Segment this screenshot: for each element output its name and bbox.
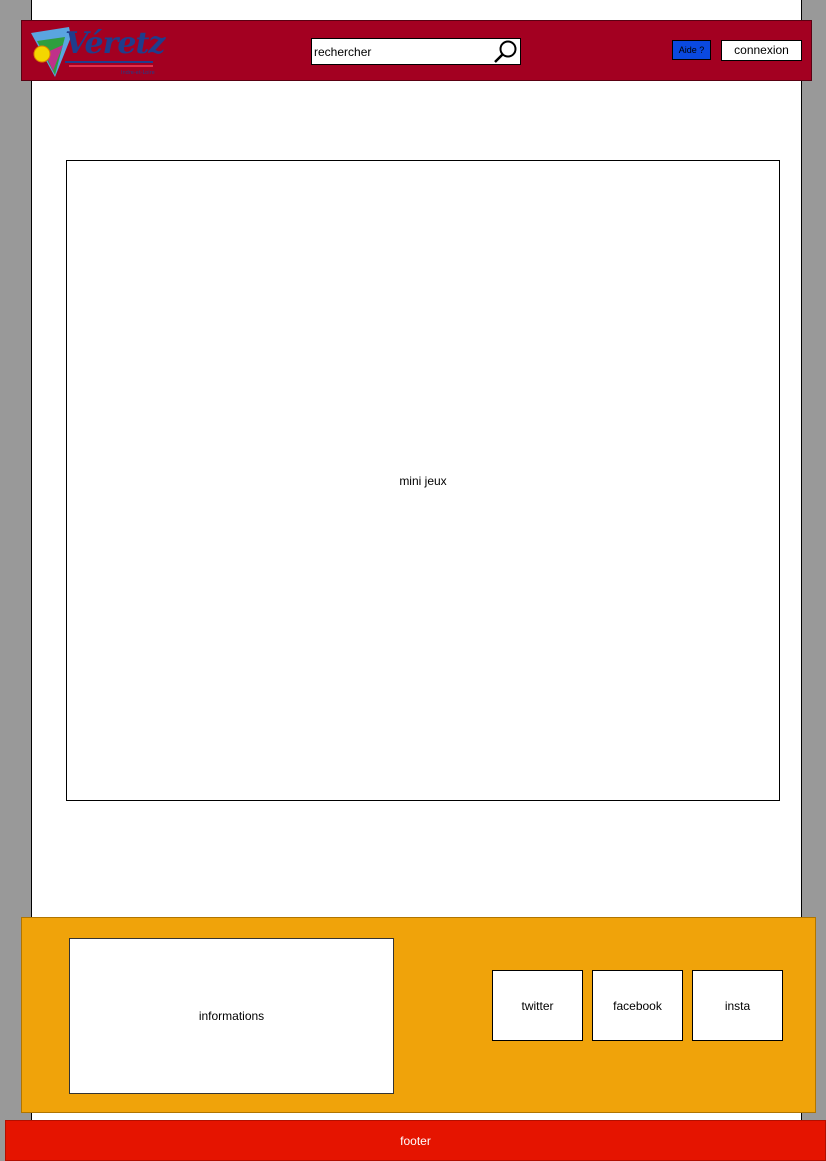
mini-games-area[interactable]: mini jeux	[66, 160, 780, 801]
instagram-link[interactable]: insta	[692, 970, 783, 1041]
footer: footer	[5, 1120, 826, 1161]
facebook-link[interactable]: facebook	[592, 970, 683, 1041]
logo-text: Véretz	[65, 26, 165, 61]
site-logo[interactable]: Véretz Indre-et-Loire	[29, 23, 165, 79]
login-button[interactable]: connexion	[721, 40, 802, 61]
logo-subtitle: Indre-et-Loire	[121, 70, 155, 76]
search-icon[interactable]	[492, 39, 520, 64]
header-bar: Véretz Indre-et-Loire Aide ? connexion	[21, 20, 812, 81]
informations-label: informations	[198, 1009, 265, 1023]
help-button[interactable]: Aide ?	[672, 40, 711, 60]
twitter-link[interactable]: twitter	[492, 970, 583, 1041]
search-input[interactable]	[314, 39, 489, 64]
search-box	[311, 38, 521, 65]
facebook-label: facebook	[613, 998, 662, 1013]
twitter-label: twitter	[521, 998, 554, 1013]
footer-label: footer	[400, 1133, 431, 1148]
informations-panel: informations	[69, 938, 394, 1094]
instagram-label: insta	[724, 998, 751, 1013]
info-bar: informations twitter facebook insta	[21, 917, 816, 1113]
mini-games-label: mini jeux	[399, 473, 447, 488]
